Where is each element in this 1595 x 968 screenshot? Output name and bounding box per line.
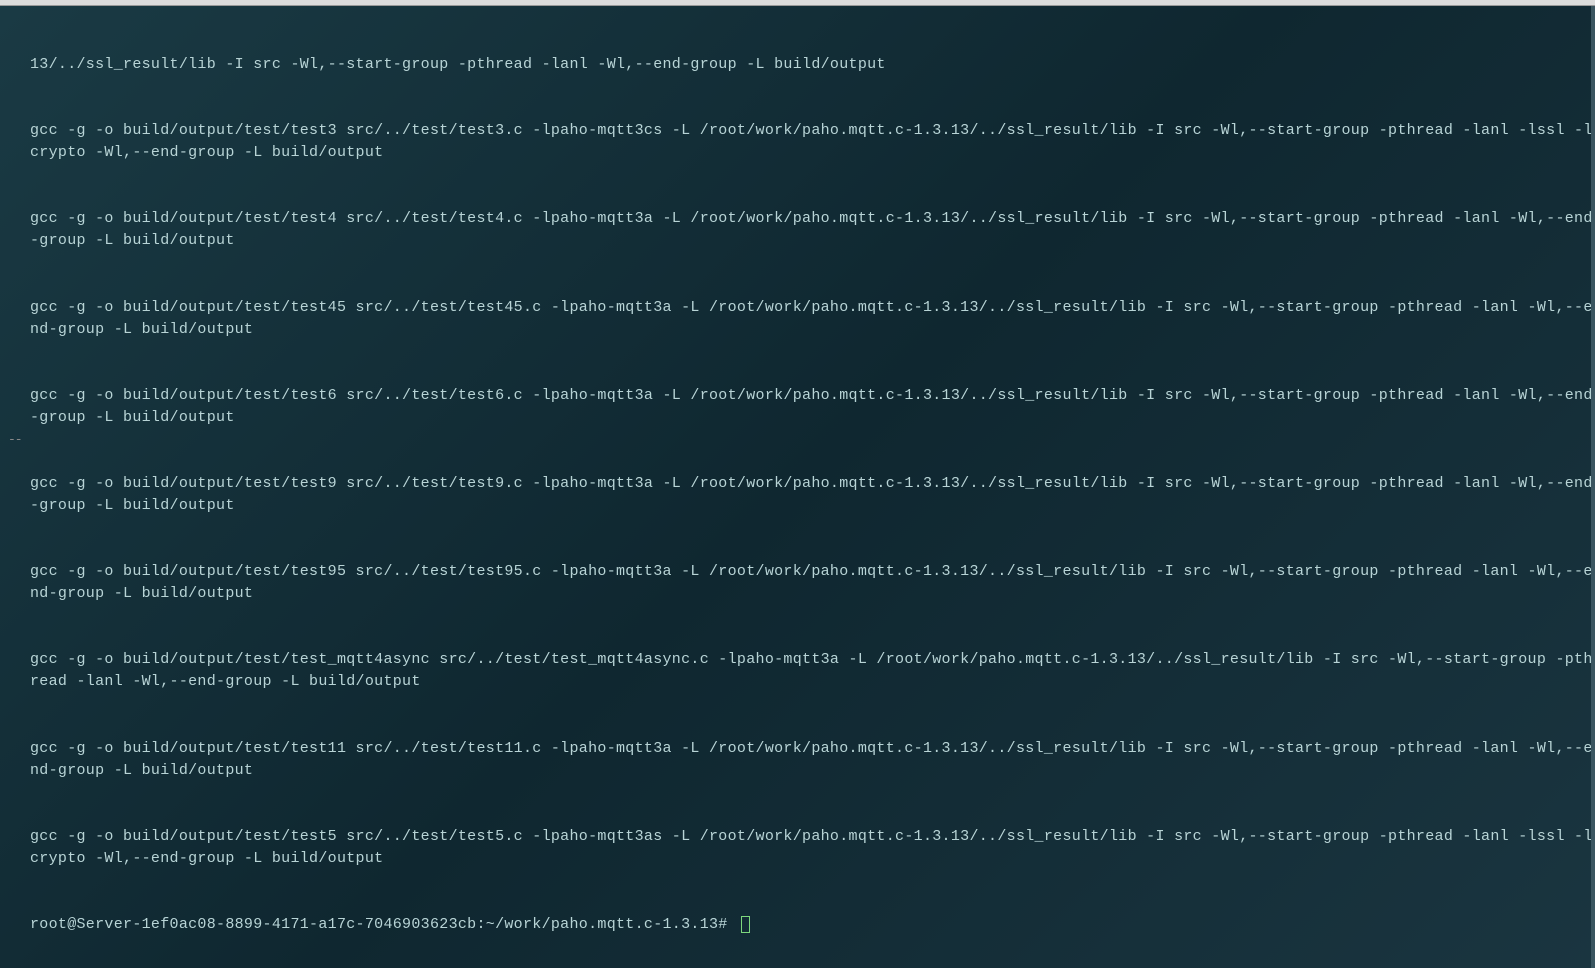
left-margin-marker: -- <box>8 432 22 447</box>
output-line: gcc -g -o build/output/test/test45 src/.… <box>30 297 1595 341</box>
output-line: 13/../ssl_result/lib -I src -Wl,--start-… <box>30 54 1595 76</box>
terminal-output[interactable]: 13/../ssl_result/lib -I src -Wl,--start-… <box>30 10 1595 958</box>
output-line: gcc -g -o build/output/test/test3 src/..… <box>30 120 1595 164</box>
output-line: gcc -g -o build/output/test/test9 src/..… <box>30 473 1595 517</box>
output-line: gcc -g -o build/output/test/test5 src/..… <box>30 826 1595 870</box>
prompt-line[interactable]: root@Server-1ef0ac08-8899-4171-a17c-7046… <box>30 914 1595 936</box>
cursor-icon <box>741 916 750 933</box>
output-line: gcc -g -o build/output/test/test4 src/..… <box>30 208 1595 252</box>
output-line: gcc -g -o build/output/test/test95 src/.… <box>30 561 1595 605</box>
window-top-edge <box>0 0 1595 6</box>
output-line: gcc -g -o build/output/test/test6 src/..… <box>30 385 1595 429</box>
output-line: gcc -g -o build/output/test/test_mqtt4as… <box>30 649 1595 693</box>
scrollbar[interactable] <box>1591 6 1595 968</box>
output-line: gcc -g -o build/output/test/test11 src/.… <box>30 738 1595 782</box>
shell-prompt: root@Server-1ef0ac08-8899-4171-a17c-7046… <box>30 914 737 936</box>
